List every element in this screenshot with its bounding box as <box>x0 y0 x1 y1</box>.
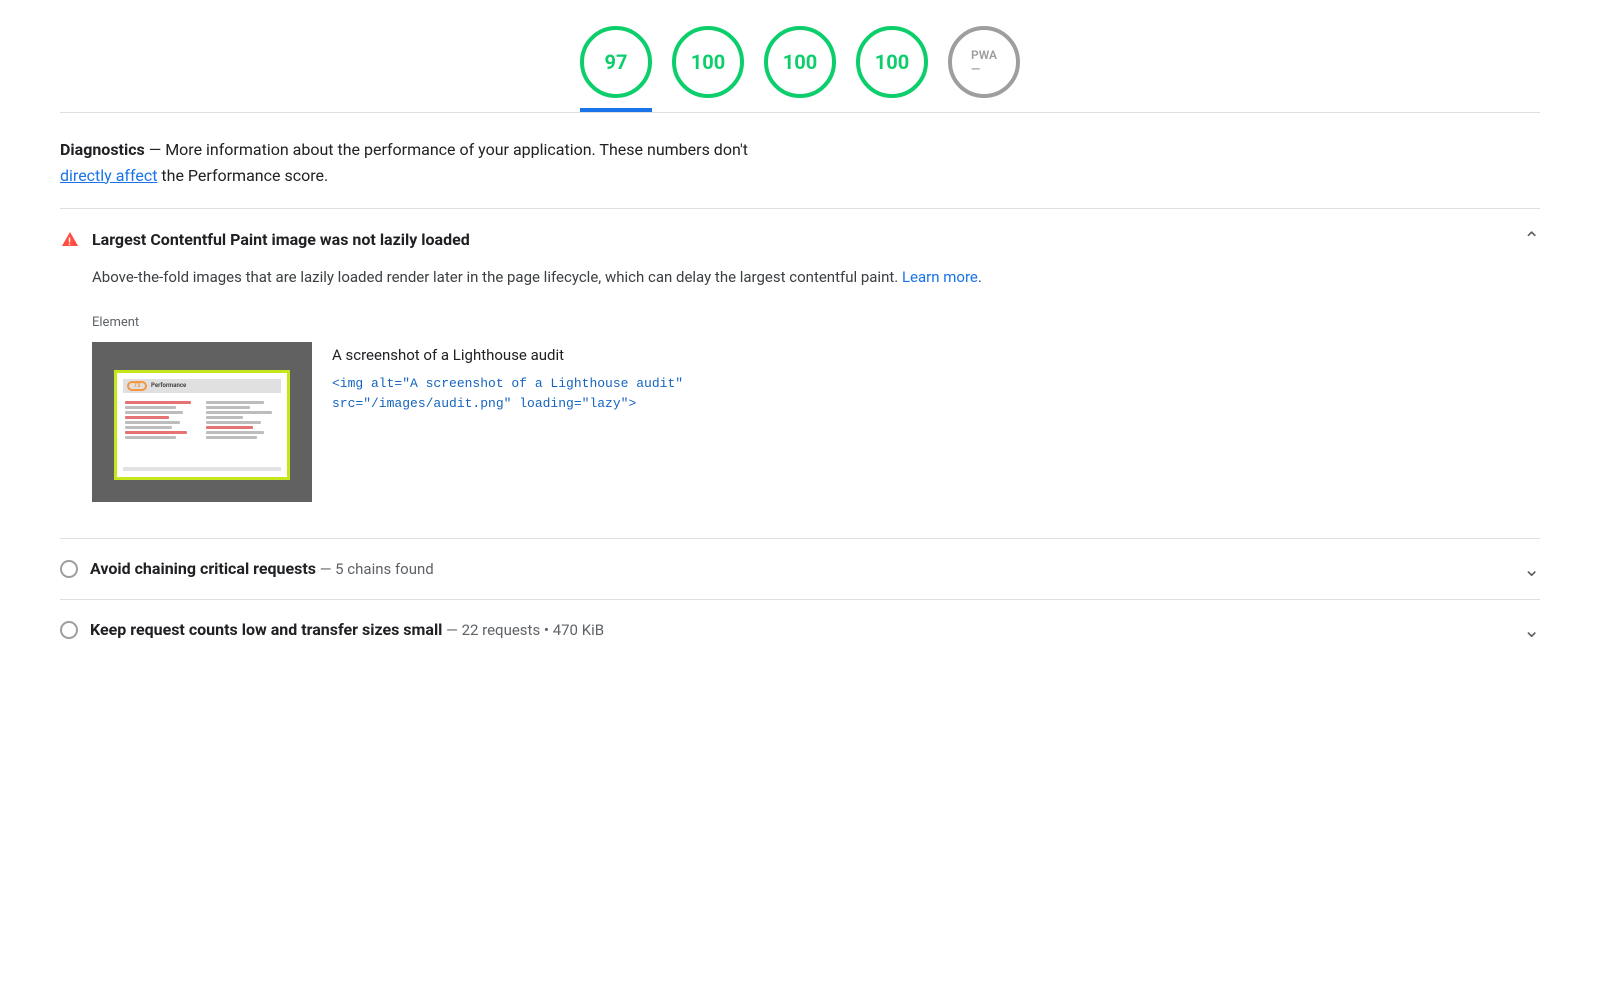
directly-affect-link[interactable]: directly affect <box>60 166 157 185</box>
diagnostics-section: Diagnostics — More information about the… <box>0 113 1600 660</box>
tab-indicator-2 <box>764 108 836 112</box>
audit-chaining-header-left: Avoid chaining critical requests — 5 cha… <box>60 559 434 578</box>
thumbnail-highlight: 73 Performance <box>114 370 290 480</box>
element-row: 73 Performance <box>60 342 1540 518</box>
element-info: A screenshot of a Lighthouse audit <img … <box>332 342 1540 416</box>
warning-icon: ! <box>60 229 80 249</box>
element-code-line2: src="/images/audit.png" loading="lazy"> <box>332 396 636 411</box>
audit-lcp: ! Largest Contentful Paint image was not… <box>60 208 1540 538</box>
tab-indicator-1 <box>672 108 744 112</box>
tab-indicator-4 <box>948 108 1020 112</box>
circle-icon-chaining <box>60 560 78 578</box>
audit-lcp-title: Largest Contentful Paint image was not l… <box>92 230 470 249</box>
score-pwa[interactable]: PWA— <box>948 26 1020 98</box>
svg-text:!: ! <box>68 237 71 248</box>
circle-icon-requests <box>60 621 78 639</box>
element-code: <img alt="A screenshot of a Lighthouse a… <box>332 374 1540 416</box>
audit-lcp-chevron[interactable]: ⌃ <box>1523 229 1540 249</box>
thumbnail-inner: 73 Performance <box>92 342 312 502</box>
diagnostics-title: Diagnostics <box>60 140 145 159</box>
thumbnail-content: 73 Performance <box>117 373 287 477</box>
scores-bar: 97 100 100 100 PWA— <box>0 0 1600 112</box>
learn-more-link[interactable]: Learn more <box>902 268 978 286</box>
audit-thumbnail: 73 Performance <box>92 342 312 502</box>
audit-requests-chevron[interactable]: ⌄ <box>1523 620 1540 640</box>
diagnostics-description2: the Performance score. <box>161 166 328 185</box>
audit-lcp-desc-text: Above-the-fold images that are lazily lo… <box>92 268 902 286</box>
audit-requests-title: Keep request counts low and transfer siz… <box>90 620 604 639</box>
tab-indicator-3 <box>856 108 928 112</box>
audit-requests-header-left: Keep request counts low and transfer siz… <box>60 620 604 639</box>
audit-requests: Keep request counts low and transfer siz… <box>60 599 1540 660</box>
audit-chaining-title: Avoid chaining critical requests — 5 cha… <box>90 559 434 578</box>
audit-lcp-header-left: ! Largest Contentful Paint image was not… <box>60 229 470 249</box>
audit-lcp-description: Above-the-fold images that are lazily lo… <box>60 249 1540 307</box>
audit-chaining-header[interactable]: Avoid chaining critical requests — 5 cha… <box>60 559 1540 579</box>
diagnostics-description: — More information about the performance… <box>149 140 748 159</box>
element-code-line1: <img alt="A screenshot of a Lighthouse a… <box>332 376 683 391</box>
score-seo[interactable]: 100 <box>856 26 928 98</box>
audit-chaining-meta: — 5 chains found <box>316 560 434 578</box>
score-best-practices[interactable]: 100 <box>764 26 836 98</box>
audit-lcp-header[interactable]: ! Largest Contentful Paint image was not… <box>60 229 1540 249</box>
element-title: A screenshot of a Lighthouse audit <box>332 346 1540 364</box>
audit-chaining-chevron[interactable]: ⌄ <box>1523 559 1540 579</box>
tab-indicators <box>580 104 1020 112</box>
audit-requests-meta: — 22 requests • 470 KiB <box>442 621 604 639</box>
score-accessibility[interactable]: 100 <box>672 26 744 98</box>
audit-requests-header[interactable]: Keep request counts low and transfer siz… <box>60 620 1540 640</box>
score-performance[interactable]: 97 <box>580 26 652 98</box>
audit-chaining: Avoid chaining critical requests — 5 cha… <box>60 538 1540 599</box>
element-label: Element <box>60 307 1540 342</box>
diagnostics-header: Diagnostics — More information about the… <box>60 137 1540 188</box>
tab-indicator-0 <box>580 108 652 112</box>
